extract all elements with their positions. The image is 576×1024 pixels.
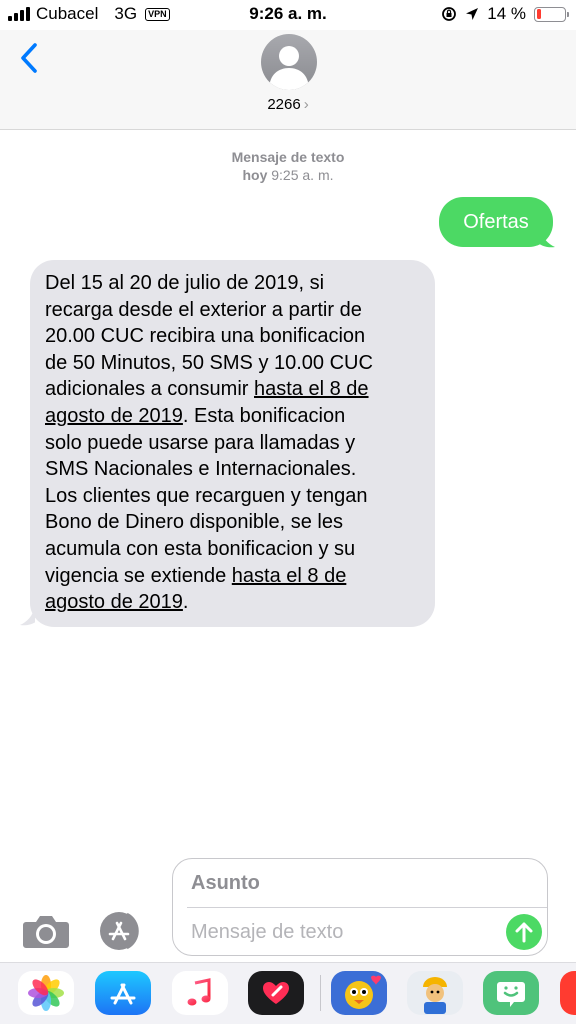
message-text: adicionales a consumir: [45, 378, 254, 401]
drawer-separator: [320, 975, 321, 1011]
message-line: de 50 Minutos, 50 SMS y 10.00 CUC: [45, 350, 421, 377]
sent-message-text: Ofertas: [463, 210, 529, 233]
date-link[interactable]: hasta el 8 de: [254, 378, 369, 400]
message-line: agosto de 2019.: [45, 589, 421, 616]
sent-message-bubble[interactable]: Ofertas: [439, 197, 553, 247]
battery-percent: 14 %: [487, 4, 526, 23]
app-sticker-bird[interactable]: [331, 971, 387, 1015]
received-bubble-tail: [20, 606, 35, 626]
timestamp-time: 9:25 a. m.: [271, 167, 334, 183]
chevron-right-icon: ›: [303, 96, 309, 113]
bitmoji-icon: [497, 982, 525, 1007]
contact-name[interactable]: 2266 ›: [0, 96, 576, 113]
message-line: Del 15 al 20 de julio de 2019, si: [45, 270, 421, 297]
message-line: Los clientes que recarguen y tengan: [45, 483, 421, 510]
message-line: acumula con esta bonificacion y su: [45, 536, 421, 563]
app-digital-touch[interactable]: [248, 971, 304, 1015]
message-line: SMS Nacionales e Internacionales.: [45, 456, 421, 483]
message-text: Los clientes que recarguen y tengan: [45, 484, 368, 507]
message-text: Bono de Dinero disponible, se les: [45, 511, 343, 534]
composer-divider: [187, 907, 547, 908]
back-button[interactable]: [14, 38, 44, 78]
conversation-header: 2266 ›: [0, 30, 576, 130]
received-message-bubble[interactable]: Del 15 al 20 de julio de 2019, si recarga…: [30, 260, 435, 627]
message-text: . Esta bonificacion: [182, 404, 346, 427]
message-text: SMS Nacionales e Internacionales.: [45, 458, 357, 481]
message-text: .: [182, 591, 189, 614]
battery-level: [536, 9, 541, 19]
sent-bubble-tail: [540, 228, 555, 248]
battery-icon: [534, 6, 569, 22]
date-link[interactable]: agosto de 2019: [45, 591, 183, 613]
avatar[interactable]: [261, 34, 317, 90]
app-store-icon: [100, 912, 139, 950]
message-text: recarga desde el exterior a partir de: [45, 298, 362, 321]
contact-number: 2266: [267, 96, 301, 113]
message-text: acumula con esta bonificacion y su: [45, 537, 356, 560]
app-partial[interactable]: [560, 971, 576, 1015]
message-line: agosto de 2019. Esta bonificacion: [45, 403, 421, 430]
date-link[interactable]: agosto de 2019: [45, 405, 183, 427]
app-sticker-worker[interactable]: [407, 971, 463, 1015]
camera-icon: [23, 916, 69, 948]
subject-input[interactable]: Asunto: [191, 872, 260, 895]
worker-sticker-icon: [423, 977, 447, 1014]
digital-touch-icon: [263, 982, 289, 1004]
arrow-up-icon: [515, 922, 533, 943]
music-icon: [187, 978, 211, 1006]
message-line: 20.00 CUC recibira una bonificacion: [45, 323, 421, 350]
chevron-left-icon: [21, 43, 37, 73]
message-line: vigencia se extiende hasta el 8 de: [45, 563, 421, 590]
message-input[interactable]: Mensaje de texto: [191, 921, 343, 944]
photos-icon: [28, 975, 64, 1011]
message-line: solo puede usarse para llamadas y: [45, 430, 421, 457]
message-text: solo puede usarse para llamadas y: [45, 431, 356, 454]
location-icon: [466, 8, 479, 20]
status-bar: Cubacel 3G VPN 9:26 a. m. 14 %: [0, 0, 576, 30]
app-photos[interactable]: [18, 971, 74, 1015]
message-text: de 50 Minutos, 50 SMS y 10.00 CUC: [45, 351, 373, 374]
message-text: Del 15 al 20 de julio de 2019, si: [45, 272, 325, 294]
send-button[interactable]: [506, 914, 542, 950]
service-label: Mensaje de texto: [231, 149, 345, 165]
app-music[interactable]: [172, 971, 228, 1015]
app-store-button[interactable]: [97, 911, 145, 951]
date-link[interactable]: hasta el 8 de: [232, 565, 347, 587]
message-text: 20.00 CUC recibira una bonificacion: [45, 325, 366, 348]
message-line: recarga desde el exterior a partir de: [45, 297, 421, 324]
bird-sticker-icon: [345, 975, 381, 1009]
person-silhouette-icon: [269, 46, 309, 90]
app-drawer: [0, 962, 576, 1024]
message-line: adicionales a consumir hasta el 8 de: [45, 376, 421, 403]
timestamp: hoy 9:25 a. m.: [0, 167, 576, 183]
message-line: Bono de Dinero disponible, se les: [45, 509, 421, 536]
message-composer[interactable]: Asunto Mensaje de texto: [172, 858, 548, 956]
rotation-lock-icon: [442, 7, 457, 21]
timestamp-day: hoy: [242, 167, 268, 183]
app-app-store[interactable]: [95, 971, 151, 1015]
status-right: 14 %: [441, 4, 569, 24]
camera-button[interactable]: [22, 912, 70, 950]
app-store-icon: [110, 983, 136, 1005]
app-bitmoji[interactable]: [483, 971, 539, 1015]
message-text: vigencia se extiende: [45, 564, 232, 587]
